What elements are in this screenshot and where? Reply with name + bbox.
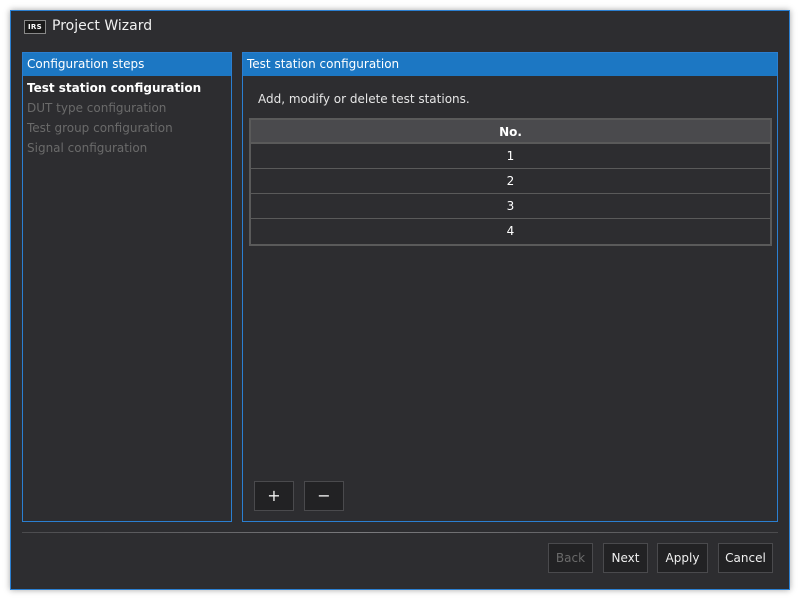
add-station-button[interactable]: + — [254, 481, 294, 511]
panel-description: Add, modify or delete test stations. — [258, 92, 470, 106]
project-wizard-window: IRS Project Wizard Configuration steps T… — [10, 10, 790, 590]
minus-icon: − — [317, 486, 331, 505]
back-button: Back — [548, 543, 593, 573]
table-row[interactable]: 2 — [251, 169, 770, 194]
test-station-configuration-panel: Test station configuration Add, modify o… — [242, 52, 778, 522]
table-row[interactable]: 4 — [251, 219, 770, 244]
apply-button[interactable]: Apply — [657, 543, 708, 573]
remove-station-button[interactable]: − — [304, 481, 344, 511]
cancel-button[interactable]: Cancel — [718, 543, 773, 573]
column-header-no[interactable]: No. — [251, 120, 770, 144]
plus-icon: + — [267, 486, 281, 505]
step-signal-configuration: Signal configuration — [27, 141, 148, 155]
next-button[interactable]: Next — [603, 543, 648, 573]
footer-separator — [22, 532, 778, 533]
step-dut-type-configuration: DUT type configuration — [27, 101, 167, 115]
title-bar: IRS Project Wizard — [11, 11, 789, 43]
test-stations-table: No. 1 2 3 4 — [249, 118, 772, 246]
steps-panel-header: Configuration steps — [23, 53, 231, 76]
step-test-station-configuration[interactable]: Test station configuration — [23, 78, 231, 98]
window-title: Project Wizard — [52, 18, 153, 34]
configuration-steps-panel: Configuration steps Test station configu… — [22, 52, 232, 522]
step-test-group-configuration: Test group configuration — [27, 121, 173, 135]
config-panel-header: Test station configuration — [243, 53, 777, 76]
app-logo-icon: IRS — [24, 20, 46, 34]
table-row[interactable]: 1 — [251, 144, 770, 169]
table-row[interactable]: 3 — [251, 194, 770, 219]
